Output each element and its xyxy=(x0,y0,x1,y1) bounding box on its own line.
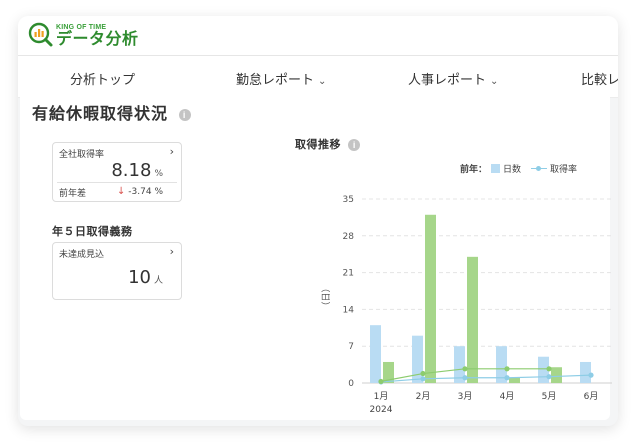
bar xyxy=(425,214,436,383)
x-tick-label: 5月 xyxy=(542,391,557,402)
x-tick-label: 3月 xyxy=(458,391,473,402)
line-point xyxy=(546,366,552,372)
line-point xyxy=(420,370,426,377)
line-point xyxy=(378,378,384,385)
y-tick-label: 35 xyxy=(343,195,354,205)
x-tick-label: 1月 xyxy=(374,391,389,402)
y-tick-label: 28 xyxy=(343,232,355,242)
acquisition-trend-chart: 0 7 14 21 28 35 （日） 1月 2月 3月 4月 5月 6月 2024 xyxy=(321,195,612,415)
line-point xyxy=(546,374,552,380)
y-tick-label: 14 xyxy=(343,305,355,315)
bar xyxy=(509,377,520,383)
y-tick-label: 7 xyxy=(348,342,354,352)
bar xyxy=(467,256,478,383)
bar xyxy=(580,361,591,383)
line-point xyxy=(420,376,426,382)
line-point xyxy=(504,375,510,381)
bar xyxy=(551,367,562,383)
line-point xyxy=(462,366,468,372)
line-point xyxy=(462,375,468,381)
x-year-label: 2024 xyxy=(370,405,393,415)
x-tick-label: 4月 xyxy=(500,391,515,402)
bar xyxy=(370,325,381,383)
y-tick-label: 21 xyxy=(343,269,354,279)
y-axis-label: （日） xyxy=(321,283,332,310)
x-tick-label: 2月 xyxy=(416,391,431,402)
line-point xyxy=(504,366,510,372)
x-tick-label: 6月 xyxy=(584,391,599,402)
y-tick-label: 0 xyxy=(348,379,354,389)
line-point xyxy=(588,372,594,378)
